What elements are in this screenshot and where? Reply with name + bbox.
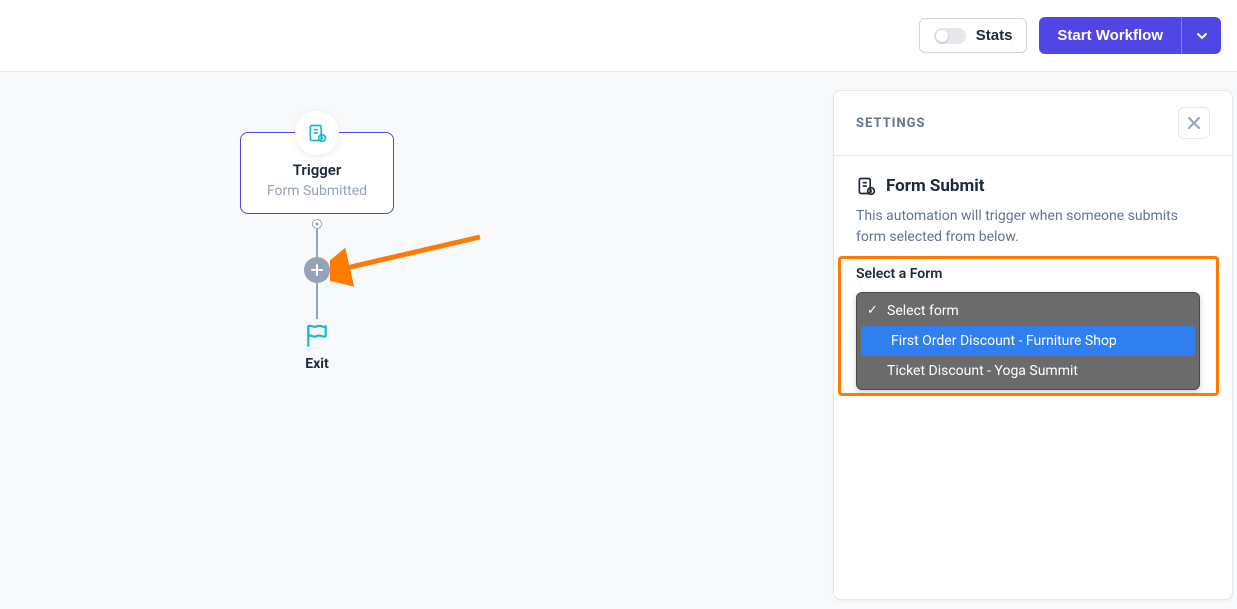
sidebar-header: SETTINGS (834, 91, 1232, 156)
select-form-label: Select a Form (856, 266, 1210, 282)
dropdown-placeholder-text: Select form (887, 303, 959, 319)
dropdown-option-text: First Order Discount - Furniture Shop (891, 333, 1117, 349)
close-sidebar-button[interactable] (1178, 107, 1210, 139)
form-icon (856, 176, 876, 196)
sidebar-body: Form Submit This automation will trigger… (834, 156, 1232, 410)
connector-line (316, 283, 318, 319)
trigger-node-subtitle: Form Submitted (251, 183, 383, 199)
dropdown-option-text: Ticket Discount - Yoga Summit (887, 363, 1078, 379)
settings-sidebar: SETTINGS Form Submit This automation wil… (833, 90, 1233, 600)
trigger-node-title: Trigger (251, 161, 383, 179)
connector-dot-icon (312, 219, 322, 229)
start-workflow-button[interactable]: Start Workflow (1039, 17, 1181, 54)
start-workflow-label: Start Workflow (1057, 27, 1163, 44)
plus-icon (310, 263, 324, 277)
annotation-arrow-icon (330, 227, 490, 297)
toggle-switch-icon (934, 28, 966, 44)
stats-toggle-button[interactable]: Stats (919, 18, 1028, 53)
top-header: Stats Start Workflow (0, 0, 1237, 72)
exit-node: Exit (282, 322, 352, 372)
start-workflow-dropdown-button[interactable] (1181, 17, 1221, 54)
section-title: Form Submit (886, 176, 984, 196)
sidebar-header-title: SETTINGS (856, 116, 926, 131)
select-form-dropdown[interactable]: Select form First Order Discount - Furni… (856, 292, 1200, 390)
exit-node-label: Exit (282, 356, 352, 372)
connector-line (316, 229, 318, 259)
chevron-down-icon (1196, 30, 1208, 42)
section-description: This automation will trigger when someon… (856, 206, 1210, 248)
dropdown-option[interactable]: Ticket Discount - Yoga Summit (857, 356, 1199, 386)
section-title-row: Form Submit (856, 176, 1210, 196)
start-workflow-group: Start Workflow (1039, 17, 1221, 54)
form-icon (307, 123, 327, 143)
trigger-node[interactable]: Trigger Form Submitted (240, 132, 394, 214)
close-icon (1187, 116, 1201, 130)
flag-icon (304, 322, 330, 348)
dropdown-placeholder-item[interactable]: Select form (857, 296, 1199, 326)
dropdown-option[interactable]: First Order Discount - Furniture Shop (861, 326, 1195, 356)
stats-label: Stats (976, 27, 1013, 44)
trigger-node-icon-circle (295, 111, 339, 155)
add-step-button[interactable] (304, 257, 330, 283)
